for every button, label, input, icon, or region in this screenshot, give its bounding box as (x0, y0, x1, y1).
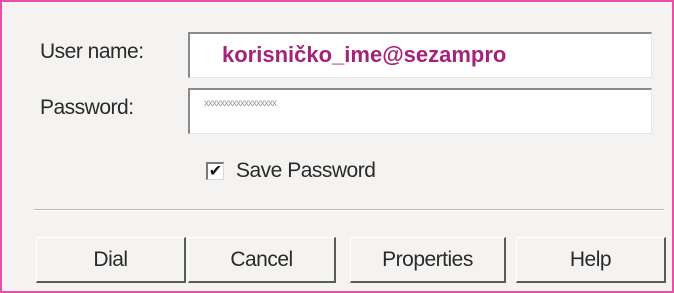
save-password-row[interactable]: ✔ Save Password (206, 156, 376, 186)
username-value: korisničko_ime@sezampro (222, 42, 507, 67)
save-password-label: Save Password (236, 159, 376, 182)
help-button[interactable]: Help (516, 237, 666, 283)
cancel-button[interactable]: Cancel (188, 237, 336, 283)
dial-button[interactable]: Dial (36, 237, 186, 283)
username-field[interactable]: korisničko_ime@sezampro (188, 32, 652, 78)
divider (34, 209, 664, 211)
password-value: xxxxxxxxxxxxxxxxxx (204, 98, 277, 109)
save-password-checkbox[interactable]: ✔ (206, 162, 224, 180)
username-label: User name: (40, 40, 144, 63)
password-label: Password: (40, 96, 134, 119)
checkmark-icon: ✔ (208, 162, 223, 180)
properties-button[interactable]: Properties (350, 237, 506, 283)
dial-dialog: User name: korisničko_ime@sezampro Passw… (0, 0, 674, 293)
password-field[interactable]: xxxxxxxxxxxxxxxxxx (188, 88, 652, 134)
